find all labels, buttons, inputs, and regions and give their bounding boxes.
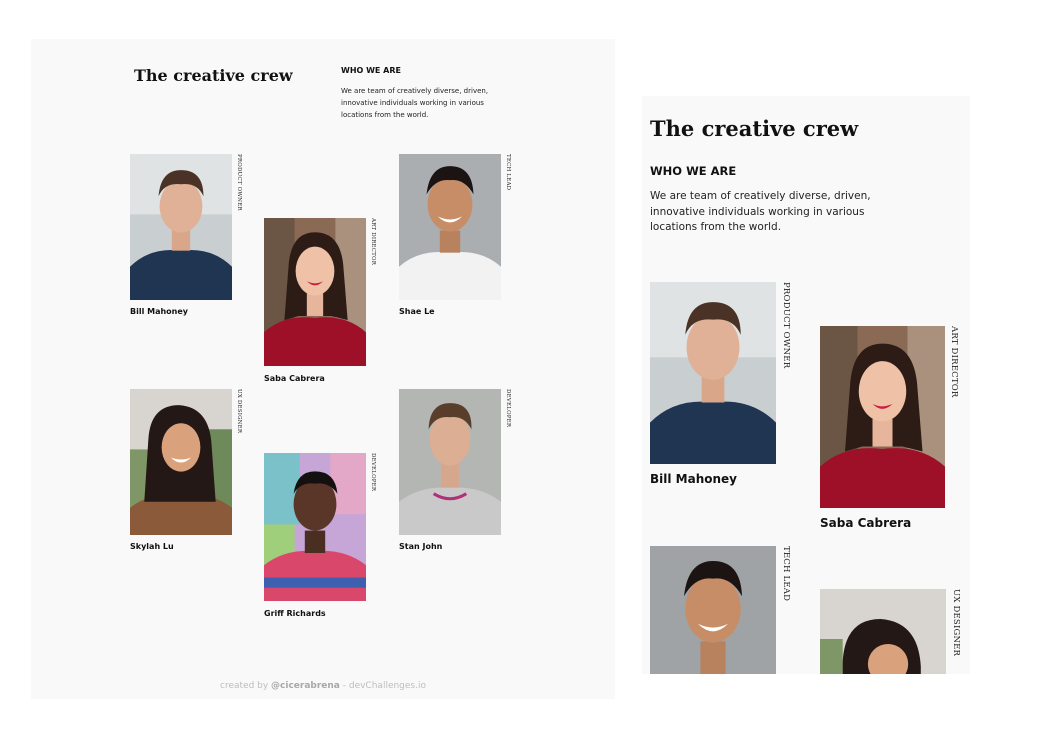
member-photo: [130, 154, 232, 300]
member-photo: [650, 282, 776, 464]
section-subtitle: WHO WE ARE: [341, 66, 401, 75]
member-name: Bill Mahoney: [650, 472, 737, 486]
member-role: PRODUCT OWNER: [781, 282, 791, 369]
member-photo: [820, 326, 945, 508]
page-title: The creative crew: [134, 66, 293, 85]
member-role: ART DIRECTOR: [949, 326, 959, 398]
member-name: Skylah Lu: [130, 542, 174, 551]
member-photo: [650, 546, 776, 674]
member-role: UX DESIGNER: [951, 589, 961, 657]
mobile-preview: The creative crew WHO WE ARE We are team…: [642, 96, 970, 674]
member-photo: [264, 453, 366, 601]
member-name: Saba Cabrera: [264, 374, 325, 383]
footer-suffix: - devChallenges.io: [339, 681, 426, 691]
member-name: Stan John: [399, 542, 443, 551]
member-name: Bill Mahoney: [130, 307, 188, 316]
member-name: Saba Cabrera: [820, 516, 912, 530]
section-description: We are team of creatively diverse, drive…: [650, 190, 871, 233]
footer-prefix: created by: [220, 681, 272, 691]
member-role: DEVELOPER: [505, 389, 511, 428]
section-description: We are team of creatively diverse, drive…: [341, 87, 489, 119]
member-role: TECH LEAD: [505, 154, 511, 191]
member-photo: [399, 389, 501, 535]
footer-author-link[interactable]: @cicerabrena: [271, 681, 340, 691]
member-role: PRODUCT OWNER: [236, 154, 242, 211]
member-name: Griff Richards: [264, 609, 326, 618]
section-subtitle: WHO WE ARE: [650, 164, 737, 178]
page-title: The creative crew: [650, 116, 859, 141]
member-name: Shae Le: [399, 307, 435, 316]
footer-credit: created by @cicerabrena - devChallenges.…: [31, 681, 615, 691]
member-role: ART DIRECTOR: [370, 218, 376, 266]
member-photo: [130, 389, 232, 535]
member-role: DEVELOPER: [370, 453, 376, 492]
member-photo: [264, 218, 366, 366]
member-role: UX DESIGNER: [236, 389, 242, 434]
member-role: TECH LEAD: [781, 546, 791, 602]
member-photo: [820, 589, 946, 674]
member-photo: [399, 154, 501, 300]
desktop-preview: The creative crew WHO WE ARE We are team…: [31, 39, 615, 699]
